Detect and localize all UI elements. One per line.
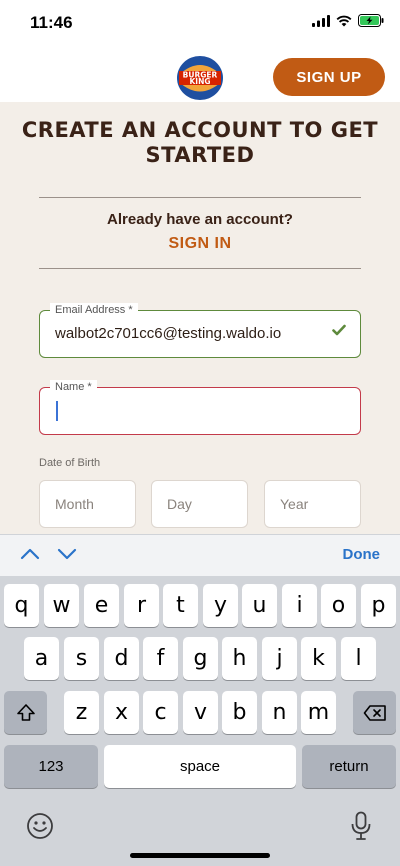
shift-key[interactable] <box>4 691 47 734</box>
microphone-icon[interactable] <box>350 811 372 841</box>
key-l[interactable]: l <box>341 637 376 680</box>
key-n[interactable]: n <box>262 691 297 734</box>
key-c[interactable]: c <box>143 691 178 734</box>
burger-king-logo[interactable]: BURGER KING <box>176 54 224 102</box>
key-o[interactable]: o <box>321 584 356 627</box>
month-placeholder: Month <box>55 496 94 512</box>
home-indicator[interactable] <box>130 853 270 858</box>
space-key[interactable]: space <box>104 745 296 788</box>
key-e[interactable]: e <box>84 584 119 627</box>
chevron-down-icon[interactable] <box>57 547 77 561</box>
key-q[interactable]: q <box>4 584 39 627</box>
checkmark-icon <box>332 324 346 336</box>
day-input[interactable]: Day <box>151 480 248 528</box>
month-input[interactable]: Month <box>39 480 136 528</box>
key-a[interactable]: a <box>24 637 59 680</box>
email-value[interactable]: walbot2c701cc6@testing.waldo.io <box>55 325 281 342</box>
chevron-up-icon[interactable] <box>20 547 40 561</box>
key-b[interactable]: b <box>222 691 257 734</box>
return-key[interactable]: return <box>302 745 396 788</box>
status-time: 11:46 <box>30 13 73 32</box>
key-y[interactable]: y <box>203 584 238 627</box>
backspace-icon <box>363 704 386 721</box>
shift-icon <box>16 703 35 721</box>
key-t[interactable]: t <box>163 584 198 627</box>
wifi-icon <box>336 15 352 26</box>
email-field[interactable]: Email Address * walbot2c701cc6@testing.w… <box>39 303 361 358</box>
battery-charging-icon <box>358 14 384 27</box>
numbers-key[interactable]: 123 <box>4 745 98 788</box>
key-j[interactable]: j <box>262 637 297 680</box>
svg-text:KING: KING <box>189 77 210 86</box>
divider <box>39 197 361 198</box>
text-cursor <box>56 401 58 421</box>
name-label: Name * <box>50 380 97 394</box>
status-bar: 11:46 <box>0 0 400 48</box>
key-g[interactable]: g <box>183 637 218 680</box>
keyboard-toolbar: Done <box>0 534 400 576</box>
on-screen-keyboard: q w e r t y u i o p a s d f g h j k l z … <box>0 576 400 866</box>
key-d[interactable]: d <box>104 637 139 680</box>
backspace-key[interactable] <box>353 691 396 734</box>
key-k[interactable]: k <box>301 637 336 680</box>
create-account-form: CREATE AN ACCOUNT TO GET STARTED Already… <box>0 102 400 534</box>
key-v[interactable]: v <box>183 691 218 734</box>
key-i[interactable]: i <box>282 584 317 627</box>
day-placeholder: Day <box>167 496 192 512</box>
sign-in-link[interactable]: SIGN IN <box>0 235 400 253</box>
date-of-birth-label: Date of Birth <box>39 457 101 469</box>
divider <box>39 268 361 269</box>
key-p[interactable]: p <box>361 584 396 627</box>
page-title: CREATE AN ACCOUNT TO GET STARTED <box>21 118 379 167</box>
key-r[interactable]: r <box>124 584 159 627</box>
key-x[interactable]: x <box>104 691 139 734</box>
year-placeholder: Year <box>280 496 309 512</box>
key-w[interactable]: w <box>44 584 79 627</box>
key-m[interactable]: m <box>301 691 336 734</box>
key-z[interactable]: z <box>64 691 99 734</box>
already-have-account-text: Already have an account? <box>107 211 293 228</box>
key-s[interactable]: s <box>64 637 99 680</box>
done-button[interactable]: Done <box>343 546 381 563</box>
emoji-icon[interactable] <box>26 812 54 840</box>
key-f[interactable]: f <box>143 637 178 680</box>
app-header: BURGER KING SIGN UP <box>0 48 400 102</box>
status-icons <box>312 14 384 27</box>
key-u[interactable]: u <box>242 584 277 627</box>
signal-icon <box>312 14 330 27</box>
year-input[interactable]: Year <box>264 480 361 528</box>
name-field[interactable]: Name * <box>39 380 361 435</box>
sign-up-button[interactable]: SIGN UP <box>273 58 385 96</box>
key-h[interactable]: h <box>222 637 257 680</box>
email-label: Email Address * <box>50 303 138 317</box>
